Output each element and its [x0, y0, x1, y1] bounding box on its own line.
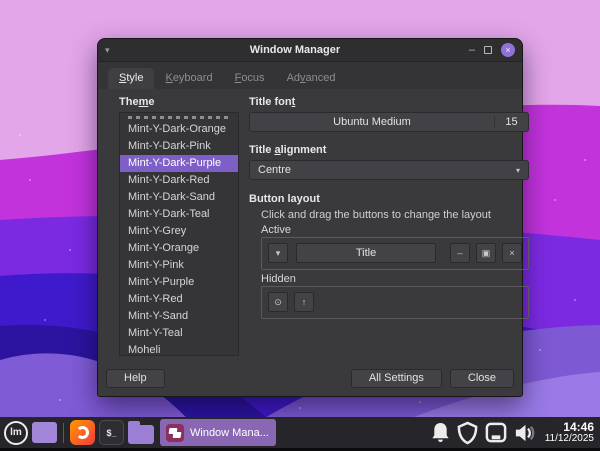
tab-label: tyle — [126, 72, 144, 84]
help-button[interactable]: Help — [106, 368, 165, 388]
clock[interactable]: 14:46 11/12/2025 — [544, 419, 594, 444]
theme-item[interactable]: Mint-Y-Red — [120, 291, 238, 308]
theme-item[interactable]: Mint-Y-Dark-Teal — [120, 206, 238, 223]
all-settings-button[interactable]: All Settings — [350, 368, 442, 388]
theme-item[interactable]: Mint-Y-Orange — [120, 240, 238, 257]
window-title: Window Manager — [249, 44, 341, 56]
theme-item[interactable]: Mint-Y-Grey — [120, 223, 238, 240]
screen-icon[interactable] — [484, 421, 508, 444]
hidden-label: Hidden — [261, 273, 296, 285]
theme-label: Theme — [119, 96, 155, 108]
bell-icon[interactable] — [430, 421, 451, 444]
hidden-buttons-frame: ⊙ ↑ — [261, 286, 529, 319]
title-font-label: Title font — [249, 96, 296, 108]
tab-label: ocus — [241, 72, 265, 84]
volume-icon[interactable] — [513, 421, 537, 445]
minimize-icon[interactable]: – — [469, 45, 475, 56]
close-button[interactable]: Close — [449, 368, 514, 388]
active-buttons-frame: ▾ Title – ▣ × — [261, 237, 529, 270]
titlebar[interactable]: ▾ Window Manager – × — [98, 39, 522, 62]
terminal-icon[interactable]: $_ — [99, 420, 124, 445]
chevron-down-icon: ▾ — [515, 165, 520, 175]
tab-style[interactable]: Style — [108, 68, 155, 89]
theme-item[interactable]: Mint-Y-Dark-Pink — [120, 138, 238, 155]
firefox-swirl — [76, 426, 89, 439]
tab-label: eyboard — [172, 72, 213, 84]
theme-item[interactable]: Mint-Y-Sand — [120, 308, 238, 325]
layout-title-button[interactable]: Title — [296, 243, 436, 263]
mint-menu-button[interactable]: lm — [4, 420, 28, 445]
theme-item-selected[interactable]: Mint-Y-Dark-Purple — [120, 155, 238, 172]
tab-label: anced — [305, 72, 336, 84]
theme-item[interactable]: Mint-Y-Purple — [120, 274, 238, 291]
button-layout-label: Button layout — [249, 193, 320, 205]
window-manager-dialog: ▾ Window Manager – × Style Keyboard Focu… — [97, 38, 529, 397]
theme-item[interactable]: Mint-Y-Teal — [120, 325, 238, 342]
tab-label: Ad — [286, 72, 301, 84]
theme-item[interactable]: Moheli — [120, 342, 238, 355]
layout-maximize-button[interactable]: ▣ — [476, 243, 496, 263]
taskbar: lm $_ Window Mana... 14:46 11/12/2025 — [0, 417, 600, 451]
active-label: Active — [261, 224, 291, 236]
clock-date: 11/12/2025 — [544, 432, 594, 444]
tab-strip: Style Keyboard Focus Advanced — [98, 62, 522, 89]
font-size: 15 — [494, 116, 528, 128]
style-tab-content: Theme Mint-Y-Dark-Orange Mint-Y-Dark-Pin… — [98, 89, 529, 366]
theme-item[interactable]: Mint-Y-Dark-Orange — [120, 121, 238, 138]
theme-item[interactable]: Mint-Y-Pink — [120, 257, 238, 274]
font-name: Ubuntu Medium — [333, 116, 411, 128]
theme-item[interactable]: Mint-Y-Dark-Sand — [120, 189, 238, 206]
close-icon[interactable]: × — [501, 43, 515, 57]
title-alignment-label: Title alignment — [249, 144, 327, 156]
firefox-icon[interactable] — [70, 420, 95, 445]
layout-minimize-button[interactable]: – — [450, 243, 470, 263]
tab-focus[interactable]: Focus — [224, 68, 276, 89]
panel-separator — [63, 422, 64, 443]
window-menu-icon[interactable]: ▾ — [105, 45, 121, 56]
dialog-footer: Help All Settings Close — [98, 366, 522, 396]
file-manager-icon[interactable] — [128, 420, 154, 444]
alignment-value: Centre — [258, 164, 292, 176]
font-select-button[interactable]: Ubuntu Medium 15 — [249, 112, 529, 132]
window-manager-app-icon — [166, 423, 184, 442]
layout-shade-button[interactable]: ↑ — [294, 292, 314, 312]
button-layout-hint: Click and drag the buttons to change the… — [261, 209, 491, 221]
system-tray — [430, 421, 537, 445]
show-desktop-button[interactable] — [32, 422, 57, 443]
clock-time: 14:46 — [563, 419, 594, 434]
tab-advanced[interactable]: Advanced — [276, 68, 347, 89]
theme-item[interactable]: Mint-Y-Dark-Red — [120, 172, 238, 189]
layout-menu-button[interactable]: ▾ — [268, 243, 288, 263]
desktop: ▾ Window Manager – × Style Keyboard Focu… — [0, 0, 600, 451]
layout-close-button[interactable]: × — [502, 243, 522, 263]
clipped-list-item — [128, 116, 228, 119]
task-button-label: Window Mana... — [190, 426, 269, 439]
tab-keyboard[interactable]: Keyboard — [154, 68, 223, 89]
layout-stick-button[interactable]: ⊙ — [268, 292, 288, 312]
task-button-window-manager[interactable]: Window Mana... — [160, 419, 276, 446]
shield-icon[interactable] — [456, 421, 479, 445]
theme-list[interactable]: Mint-Y-Dark-Orange Mint-Y-Dark-Pink Mint… — [119, 112, 239, 356]
maximize-icon[interactable] — [484, 46, 492, 54]
alignment-dropdown[interactable]: Centre ▾ — [249, 160, 529, 180]
tab-label: K — [165, 72, 173, 84]
